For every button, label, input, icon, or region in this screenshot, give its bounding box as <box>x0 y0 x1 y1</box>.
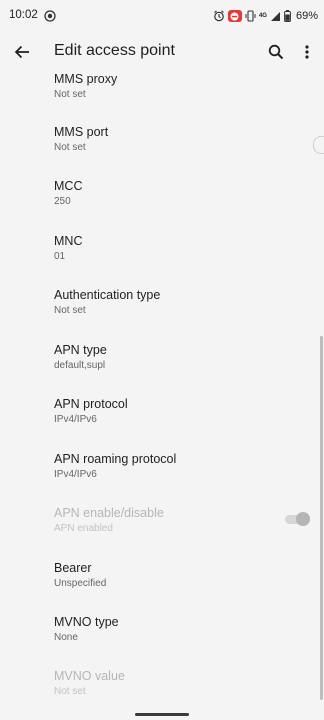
pref-mms-proxy[interactable]: MMS proxy Not set <box>0 72 324 126</box>
search-icon <box>268 44 284 60</box>
pref-title: Authentication type <box>54 288 161 302</box>
pref-mcc[interactable]: MCC 250 <box>0 179 324 233</box>
pref-title: MCC <box>54 179 83 193</box>
status-time: 10:02 <box>9 9 38 21</box>
pref-title: APN roaming protocol <box>54 452 177 466</box>
toggle-thumb <box>296 512 310 526</box>
pref-summary: Not set <box>54 686 86 697</box>
pref-title: APN type <box>54 343 107 357</box>
record-icon <box>44 10 56 22</box>
search-button[interactable] <box>262 38 290 66</box>
arrow-back-icon <box>14 45 29 59</box>
settings-list: MMS proxy Not set MMS port Not set MCC 2… <box>0 72 324 720</box>
more-options-button[interactable] <box>296 38 318 66</box>
network-type-label: 4G <box>258 13 267 19</box>
pref-apn-roaming-protocol[interactable]: APN roaming protocol IPv4/IPv6 <box>0 452 324 506</box>
pref-summary: APN enabled <box>54 523 113 534</box>
scrollbar[interactable] <box>320 336 323 700</box>
battery-level: 69% <box>295 10 318 22</box>
pref-title: APN enable/disable <box>54 506 164 520</box>
gesture-nav-handle[interactable] <box>135 713 189 716</box>
pref-title: Bearer <box>54 561 92 575</box>
app-bar: Edit access point <box>0 32 324 72</box>
more-vert-icon <box>305 45 309 59</box>
pref-title: APN protocol <box>54 397 128 411</box>
pref-summary: IPv4/IPv6 <box>54 414 97 425</box>
pref-summary: IPv4/IPv6 <box>54 469 97 480</box>
vibrate-icon <box>245 10 256 22</box>
pref-summary: 250 <box>54 196 71 207</box>
pref-title: MMS port <box>54 125 109 139</box>
pref-title: MVNO value <box>54 669 125 683</box>
apn-enable-toggle[interactable] <box>284 512 310 526</box>
status-bar: 10:02 4G 69% <box>0 0 324 32</box>
pref-bearer[interactable]: Bearer Unspecified <box>0 561 324 615</box>
pref-mms-port[interactable]: MMS port Not set <box>0 125 324 179</box>
pref-apn-type[interactable]: APN type default,supl <box>0 343 324 397</box>
pref-apn-protocol[interactable]: APN protocol IPv4/IPv6 <box>0 397 324 451</box>
signal-icon <box>270 11 281 22</box>
pref-summary: None <box>54 632 78 643</box>
pref-summary: 01 <box>54 251 66 262</box>
pref-title: MVNO type <box>54 615 119 629</box>
pref-mvno-type[interactable]: MVNO type None <box>0 615 324 669</box>
pref-summary: Unspecified <box>54 578 107 589</box>
pref-apn-enable: APN enable/disable APN enabled <box>0 506 324 560</box>
back-button[interactable] <box>8 38 36 66</box>
pref-summary: Not set <box>54 89 86 100</box>
edge-panel-handle[interactable] <box>313 136 324 154</box>
pref-title: MMS proxy <box>54 72 118 86</box>
pref-summary: default,supl <box>54 360 106 371</box>
pref-authentication-type[interactable]: Authentication type Not set <box>0 288 324 342</box>
status-icons: 4G 69% <box>213 8 318 24</box>
alarm-icon <box>213 10 225 22</box>
pref-summary: Not set <box>54 305 86 316</box>
battery-icon <box>284 10 291 22</box>
do-not-disturb-icon <box>227 10 242 22</box>
pref-mnc[interactable]: MNC 01 <box>0 234 324 288</box>
page-title: Edit access point <box>54 42 175 59</box>
pref-summary: Not set <box>54 142 86 153</box>
pref-title: MNC <box>54 234 83 248</box>
